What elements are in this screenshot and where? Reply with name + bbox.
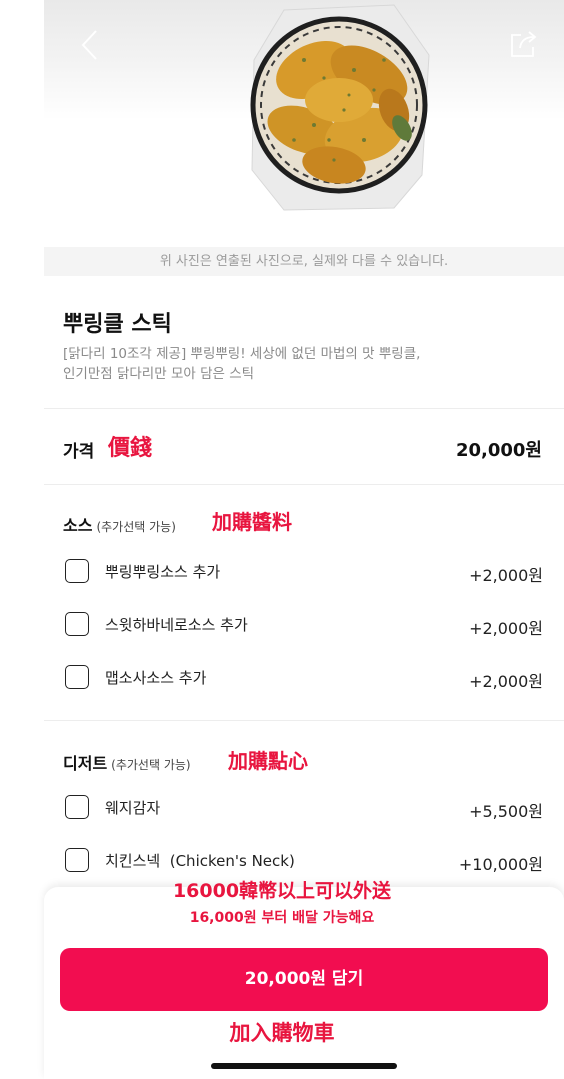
checkbox[interactable] xyxy=(65,559,89,583)
divider xyxy=(44,720,564,721)
checkbox[interactable] xyxy=(65,848,89,872)
annotation-price: 價錢 xyxy=(108,436,153,461)
annotation-sauce: 加購醬料 xyxy=(212,510,292,534)
product-title: 뿌링클 스틱 xyxy=(63,312,172,337)
checkbox[interactable] xyxy=(65,665,89,689)
description-line: 인기만점 닭다리만 모아 담은 스틱 xyxy=(63,366,255,382)
annotation-cart: 加入購物車 xyxy=(229,1021,335,1045)
option-label: 치킨스넥 (Chicken's Neck) xyxy=(105,852,295,870)
option-dessert-1[interactable]: 웨지감자 +5,500원 xyxy=(63,793,543,823)
option-price: +10,000원 xyxy=(458,855,543,874)
option-label: 스윗하바네로소스 추가 xyxy=(105,616,248,634)
product-photo-header xyxy=(44,0,564,230)
dessert-section-title: 디저트 (추가선택 가능) xyxy=(63,750,191,774)
share-button[interactable] xyxy=(508,28,540,60)
product-description: [닭다리 10조각 제공] 뿌링뿌링! 세상에 없던 마법의 맛 뿌링클, 인기… xyxy=(63,344,523,384)
option-price: +2,000원 xyxy=(469,619,543,638)
fried-chicken-photo xyxy=(250,4,430,211)
section-title-text: 소스 xyxy=(63,516,93,535)
option-sauce-1[interactable]: 뿌링뿌링소스 추가 +2,000원 xyxy=(63,557,543,587)
sauce-section-title: 소스 (추가선택 가능) xyxy=(63,512,176,536)
chevron-left-icon xyxy=(81,30,97,60)
annotation-dessert: 加購點心 xyxy=(228,749,308,773)
photo-disclaimer: 위 사진은 연출된 사진으로, 실제와 다를 수 있습니다. xyxy=(44,247,564,276)
option-price: +2,000원 xyxy=(469,566,543,585)
option-sauce-2[interactable]: 스윗하바네로소스 추가 +2,000원 xyxy=(63,610,543,640)
home-indicator xyxy=(211,1063,397,1069)
option-label: 뿌링뿌링소스 추가 xyxy=(105,563,221,581)
description-line: [닭다리 10조각 제공] 뿌링뿌링! 세상에 없던 마법의 맛 뿌링클, xyxy=(63,346,421,362)
divider xyxy=(44,484,564,485)
option-dessert-2[interactable]: 치킨스넥 (Chicken's Neck) +10,000원 xyxy=(63,846,543,876)
checkbox[interactable] xyxy=(65,795,89,819)
add-to-cart-button[interactable]: 20,000원 담기 xyxy=(60,948,548,1011)
divider xyxy=(44,408,564,409)
price-label: 가격 xyxy=(63,442,95,462)
option-sauce-3[interactable]: 맵소사소스 추가 +2,000원 xyxy=(63,663,543,693)
back-button[interactable] xyxy=(78,28,102,62)
option-label: 맵소사소스 추가 xyxy=(105,669,207,687)
section-title-text: 디저트 xyxy=(63,754,108,773)
option-price: +5,500원 xyxy=(469,802,543,821)
share-icon xyxy=(511,31,537,57)
section-subtitle: (추가선택 가능) xyxy=(96,520,176,534)
option-label: 웨지감자 xyxy=(105,799,161,817)
section-subtitle: (추가선택 가능) xyxy=(111,758,191,772)
option-price: +2,000원 xyxy=(469,672,543,691)
min-order-text: 16,000원 부터 배달 가능해요 xyxy=(189,910,375,926)
price-value: 20,000원 xyxy=(455,440,542,461)
checkbox[interactable] xyxy=(65,612,89,636)
annotation-min-order: 16000韓幣以上可以外送 xyxy=(172,880,392,902)
